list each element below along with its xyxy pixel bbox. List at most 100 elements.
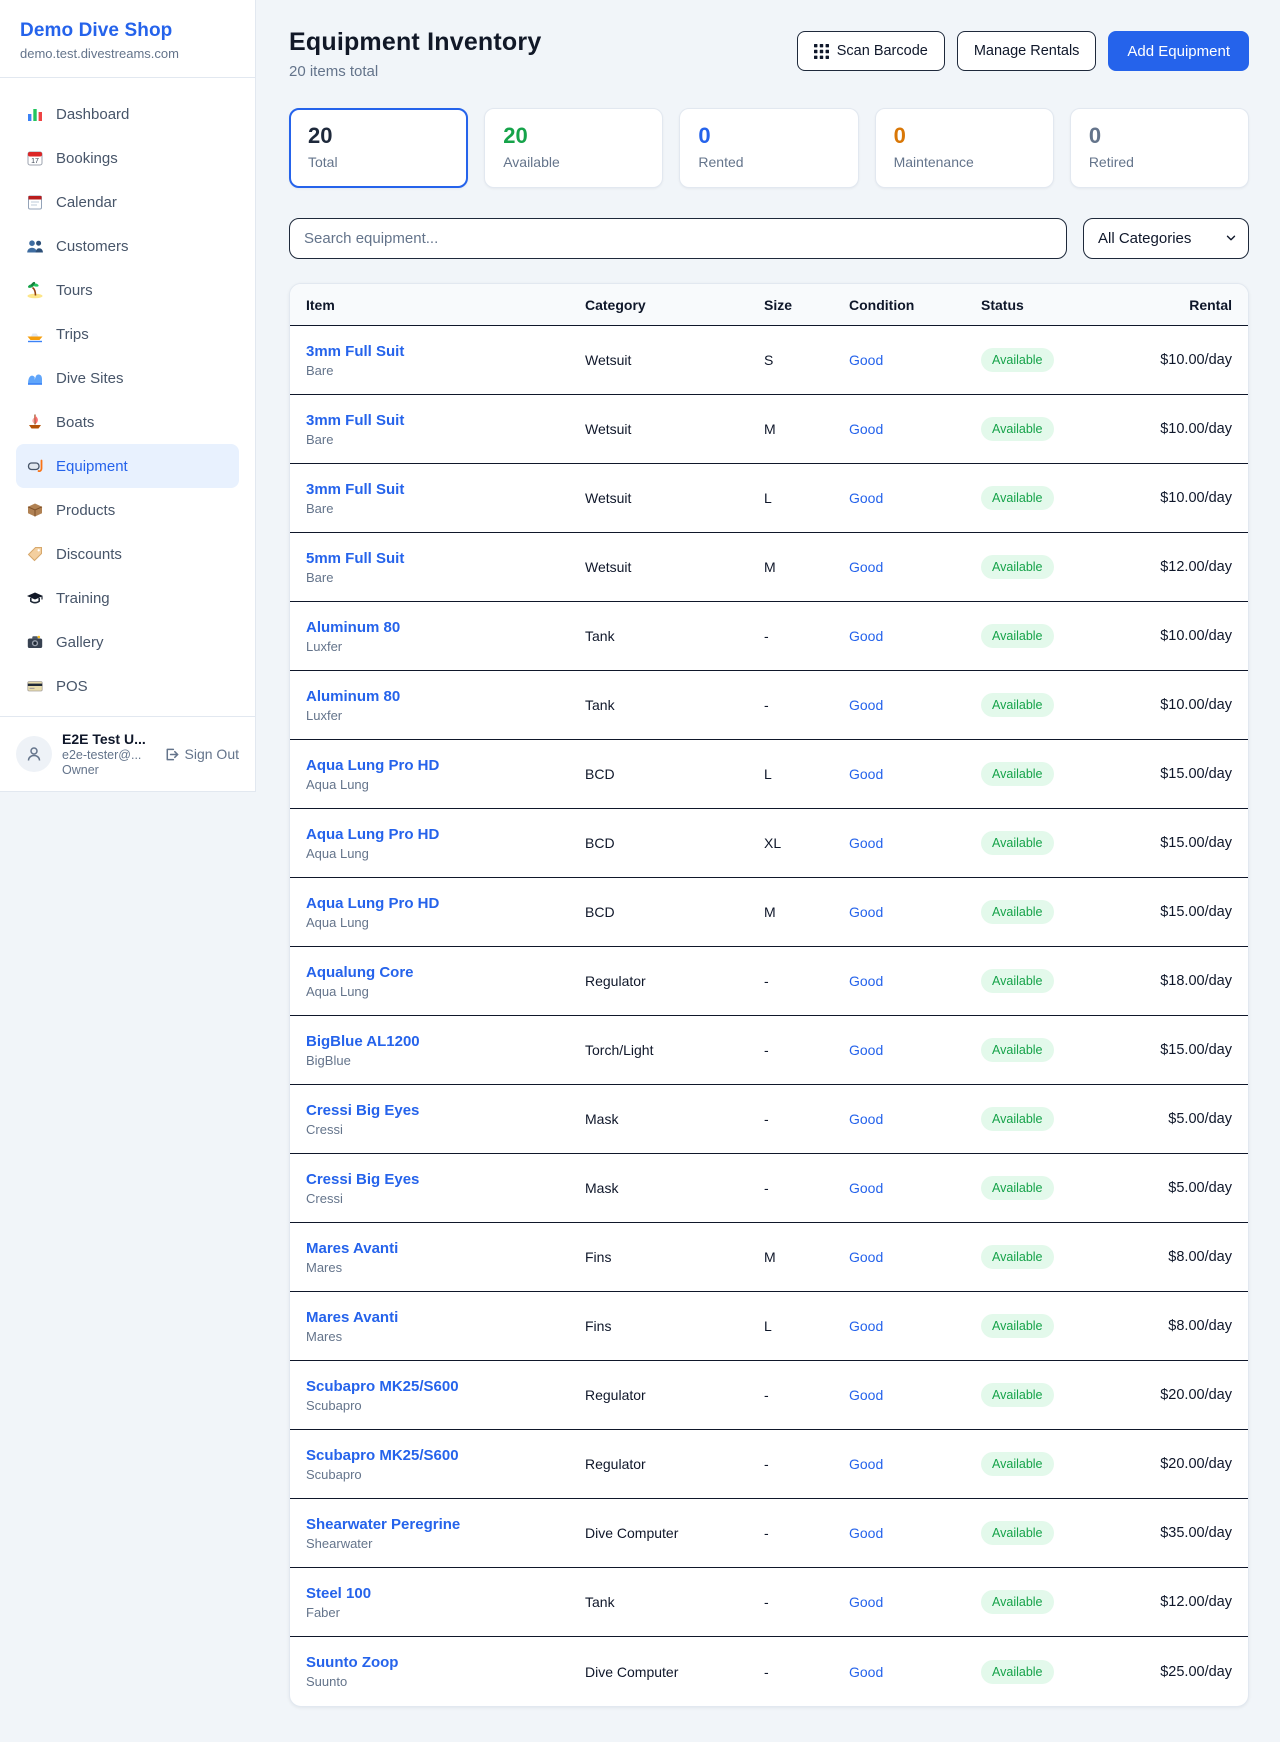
brand-name[interactable]: Demo Dive Shop [20,20,235,42]
sign-out-button[interactable]: Sign Out [164,746,239,762]
filters-row: All Categories [289,218,1249,259]
barcode-scan-icon [814,44,829,59]
search-input[interactable] [289,218,1067,259]
sidebar-item-label: Calendar [56,194,117,211]
status-cell: Available [981,1314,1131,1338]
item-link[interactable]: Aqua Lung Pro HD [306,895,439,912]
item-link[interactable]: Mares Avanti [306,1240,398,1257]
condition-link[interactable]: Good [849,628,883,644]
condition-link[interactable]: Good [849,1387,883,1403]
item-link[interactable]: Cressi Big Eyes [306,1171,419,1188]
item-link[interactable]: 3mm Full Suit [306,412,404,429]
table-row: Cressi Big Eyes Cressi Mask - Good Avail… [290,1085,1248,1154]
stat-value: 0 [894,123,1035,149]
sidebar-item-gallery[interactable]: Gallery [16,620,239,664]
condition-cell: Good [849,1111,981,1127]
condition-link[interactable]: Good [849,1594,883,1610]
condition-link[interactable]: Good [849,1111,883,1127]
sidebar-item-dive-sites[interactable]: Dive Sites [16,356,239,400]
condition-link[interactable]: Good [849,835,883,851]
condition-link[interactable]: Good [849,697,883,713]
sidebar-item-products[interactable]: Products [16,488,239,532]
status-badge: Available [981,1314,1054,1338]
grad-cap-icon [26,589,44,607]
condition-cell: Good [849,1664,981,1680]
item-link[interactable]: BigBlue AL1200 [306,1033,420,1050]
size-cell: M [764,421,849,437]
status-badge: Available [981,1176,1054,1200]
item-link[interactable]: 5mm Full Suit [306,550,404,567]
condition-link[interactable]: Good [849,352,883,368]
item-link[interactable]: Aqualung Core [306,964,414,981]
condition-link[interactable]: Good [849,904,883,920]
item-brand: Mares [306,1260,585,1275]
status-badge: Available [981,969,1054,993]
item-link[interactable]: Shearwater Peregrine [306,1516,460,1533]
condition-link[interactable]: Good [849,1042,883,1058]
condition-link[interactable]: Good [849,1525,883,1541]
sidebar-item-discounts[interactable]: Discounts [16,532,239,576]
category-select[interactable]: All Categories [1083,218,1249,259]
stat-card-rented[interactable]: 0 Rented [679,108,858,188]
size-cell: - [764,1042,849,1058]
item-link[interactable]: Scubapro MK25/S600 [306,1378,459,1395]
condition-link[interactable]: Good [849,1664,883,1680]
table-row: Aqualung Core Aqua Lung Regulator - Good… [290,947,1248,1016]
sidebar-item-calendar[interactable]: Calendar [16,180,239,224]
sidebar-item-dashboard[interactable]: Dashboard [16,92,239,136]
sidebar-item-tours[interactable]: Tours [16,268,239,312]
condition-link[interactable]: Good [849,421,883,437]
item-link[interactable]: Mares Avanti [306,1309,398,1326]
status-badge: Available [981,1107,1054,1131]
condition-link[interactable]: Good [849,1249,883,1265]
stat-card-maintenance[interactable]: 0 Maintenance [875,108,1054,188]
sidebar-item-pos[interactable]: POS [16,664,239,708]
item-link[interactable]: 3mm Full Suit [306,481,404,498]
camera-icon [26,633,44,651]
stat-card-total[interactable]: 20 Total [289,108,468,188]
condition-link[interactable]: Good [849,766,883,782]
sidebar-item-customers[interactable]: Customers [16,224,239,268]
condition-link[interactable]: Good [849,1180,883,1196]
item-cell: Suunto Zoop Suunto [306,1654,585,1689]
condition-link[interactable]: Good [849,559,883,575]
sidebar-item-boats[interactable]: Boats [16,400,239,444]
item-link[interactable]: Aluminum 80 [306,688,400,705]
sidebar: Demo Dive Shop demo.test.divestreams.com… [0,0,256,792]
manage-rentals-button[interactable]: Manage Rentals [957,31,1097,71]
item-link[interactable]: Suunto Zoop [306,1654,398,1671]
status-badge: Available [981,1660,1054,1684]
item-link[interactable]: 3mm Full Suit [306,343,404,360]
condition-link[interactable]: Good [849,973,883,989]
sidebar-item-equipment[interactable]: Equipment [16,444,239,488]
stats-row: 20 Total 20 Available 0 Rented 0 Mainten… [289,108,1249,188]
size-cell: M [764,559,849,575]
stat-card-available[interactable]: 20 Available [484,108,663,188]
rental-cell: $5.00/day [1131,1180,1232,1196]
scan-barcode-button[interactable]: Scan Barcode [797,31,945,71]
item-link[interactable]: Aqua Lung Pro HD [306,757,439,774]
item-link[interactable]: Cressi Big Eyes [306,1102,419,1119]
condition-link[interactable]: Good [849,1456,883,1472]
size-cell: - [764,1456,849,1472]
rental-cell: $8.00/day [1131,1249,1232,1265]
sidebar-item-training[interactable]: Training [16,576,239,620]
sidebar-item-bookings[interactable]: 17 Bookings [16,136,239,180]
item-brand: Cressi [306,1122,585,1137]
condition-cell: Good [849,490,981,506]
stat-card-retired[interactable]: 0 Retired [1070,108,1249,188]
add-equipment-button[interactable]: Add Equipment [1108,31,1249,71]
avatar [16,736,52,772]
condition-link[interactable]: Good [849,490,883,506]
sidebar-item-label: Dashboard [56,106,129,123]
item-link[interactable]: Steel 100 [306,1585,371,1602]
category-cell: Wetsuit [585,559,764,575]
item-link[interactable]: Aluminum 80 [306,619,400,636]
item-link[interactable]: Scubapro MK25/S600 [306,1447,459,1464]
user-email: e2e-tester@... [62,748,146,762]
item-link[interactable]: Aqua Lung Pro HD [306,826,439,843]
condition-link[interactable]: Good [849,1318,883,1334]
sidebar-item-label: Boats [56,414,94,431]
item-cell: Mares Avanti Mares [306,1240,585,1275]
sidebar-item-trips[interactable]: Trips [16,312,239,356]
